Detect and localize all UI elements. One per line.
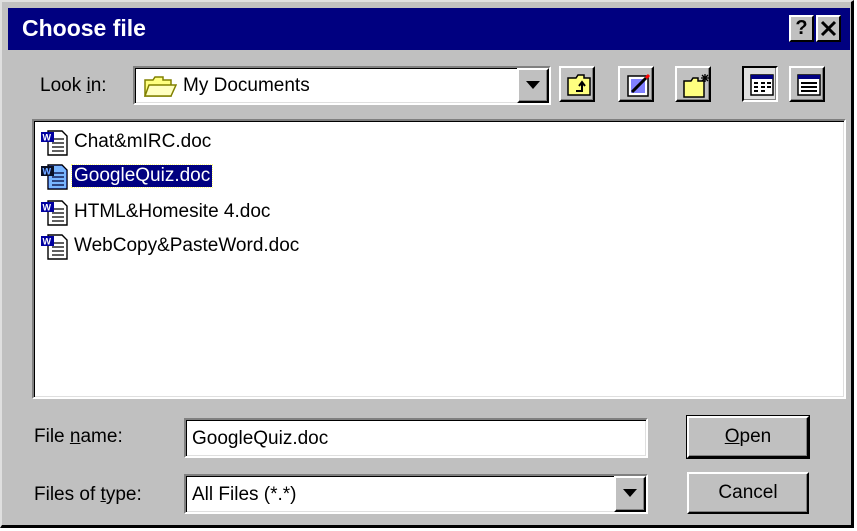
desktop-button[interactable] [618,66,654,102]
file-name: WebCopy&PasteWord.doc [74,235,300,256]
file-list[interactable]: W Chat&mIRC.doc W GoogleQuiz.doc W HTML&… [32,119,846,399]
svg-text:W: W [43,167,52,177]
file-name: GoogleQuiz.doc [70,164,214,188]
word-document-icon: W [41,234,68,260]
close-icon [820,20,837,37]
filetype-dropdown[interactable]: All Files (*.*) [184,474,648,514]
filetype-value: All Files (*.*) [192,484,297,505]
details-view-icon [797,74,821,96]
list-view-icon [750,74,774,96]
title-bar[interactable]: Choose file ? [8,8,850,50]
create-new-folder-button[interactable] [675,66,711,102]
help-button[interactable]: ? [789,15,814,42]
svg-text:W: W [43,203,52,213]
word-document-icon: W [41,164,68,190]
filetype-dropdown-button[interactable] [614,476,646,512]
desktop-icon [627,73,651,97]
chevron-down-icon [623,489,637,497]
cancel-button[interactable]: Cancel [687,472,809,514]
dialog-title: Choose file [22,15,146,41]
word-document-icon: W [41,130,68,156]
svg-text:W: W [43,133,52,143]
lookin-value: My Documents [183,75,310,96]
svg-text:W: W [43,237,52,247]
filename-input[interactable]: GoogleQuiz.doc [184,418,648,458]
up-one-level-button[interactable] [559,66,595,102]
lookin-dropdown-button[interactable] [517,68,549,103]
new-folder-icon [683,74,709,98]
up-folder-icon [567,74,591,96]
details-view-button[interactable] [789,66,825,102]
file-name: Chat&mIRC.doc [74,131,212,152]
word-document-icon: W [41,200,68,226]
chevron-down-icon [526,81,540,89]
filetype-label: Files of type: [34,484,142,505]
list-view-button[interactable] [742,66,778,102]
choose-file-dialog: Choose file ? Look in: My Documents W Ch… [0,0,854,528]
filename-value: GoogleQuiz.doc [192,428,329,449]
lookin-dropdown[interactable]: My Documents [133,66,551,105]
open-folder-icon [143,76,177,97]
file-name: HTML&Homesite 4.doc [74,201,271,222]
close-button[interactable] [816,15,841,42]
open-button[interactable]: Open [686,415,810,459]
filename-label: File name: [34,426,123,447]
lookin-label: Look in: [40,75,107,96]
